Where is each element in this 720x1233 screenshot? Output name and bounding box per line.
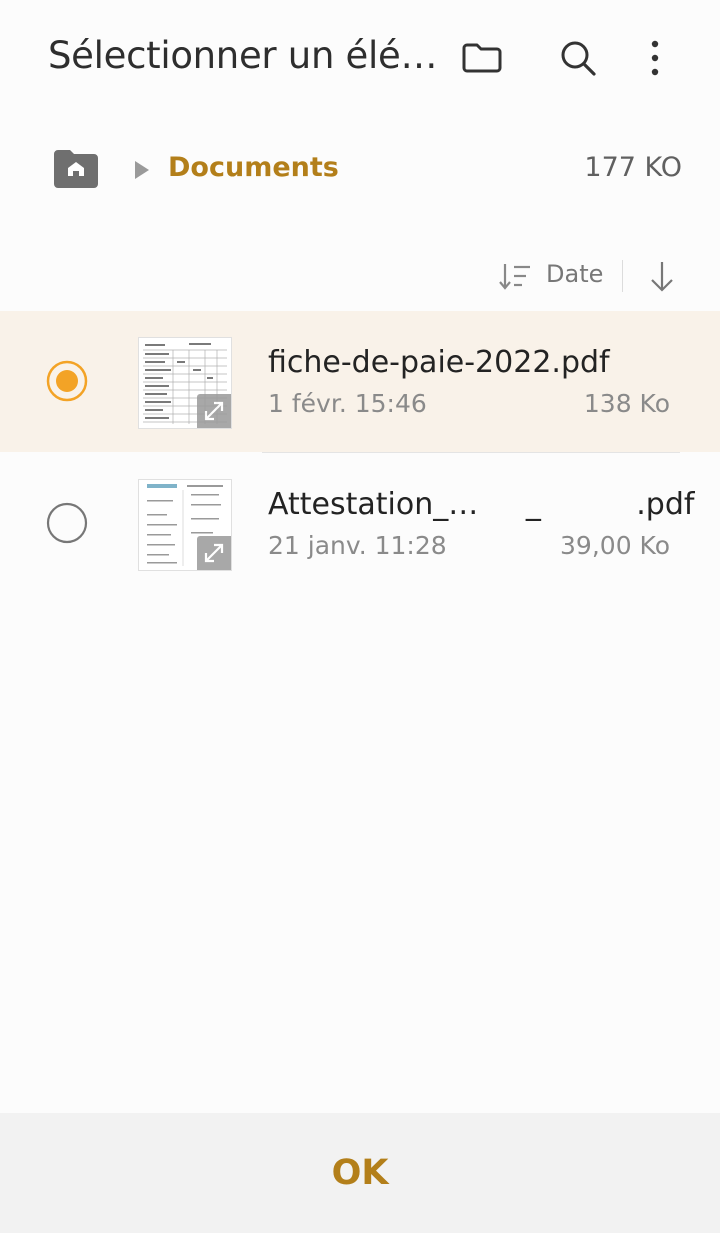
- breadcrumb-current-folder[interactable]: Documents: [168, 152, 339, 183]
- sort-by-button[interactable]: Date: [494, 256, 606, 296]
- file-row[interactable]: Attestation_… _ .pdf 21 janv. 11:28 39,0…: [0, 453, 720, 594]
- expand-icon[interactable]: [197, 536, 231, 570]
- ok-button[interactable]: OK: [260, 1143, 460, 1203]
- breadcrumb-chevron-icon: [132, 158, 152, 182]
- file-thumbnail[interactable]: [138, 337, 232, 429]
- expand-icon[interactable]: [197, 394, 231, 428]
- folder-icon[interactable]: [458, 34, 506, 82]
- page-title: Sélectionner un élé…: [48, 34, 438, 77]
- app-bar: Sélectionner un élé…: [0, 0, 720, 120]
- file-size: 138 Ko: [583, 389, 670, 418]
- file-name: fiche-de-paie-2022.pdf: [268, 345, 610, 380]
- home-icon[interactable]: [52, 148, 100, 190]
- bottom-action-bar: OK: [0, 1113, 720, 1233]
- sort-divider: [622, 260, 623, 292]
- file-size: 39,00 Ko: [560, 531, 670, 560]
- radio-unselected[interactable]: [46, 502, 88, 544]
- file-name: Attestation_… _ .pdf: [268, 487, 695, 522]
- file-date: 21 janv. 11:28: [268, 531, 447, 560]
- more-vert-icon[interactable]: [631, 34, 679, 82]
- breadcrumb: Documents 177 KO: [0, 130, 720, 210]
- sort-lines-icon: [498, 260, 532, 292]
- arrow-down-icon[interactable]: [644, 256, 680, 296]
- sort-label: Date: [546, 260, 604, 288]
- folder-total-size: 177 KO: [584, 152, 682, 183]
- file-thumbnail[interactable]: [138, 479, 232, 571]
- file-row[interactable]: fiche-de-paie-2022.pdf 1 févr. 15:46 138…: [0, 311, 720, 452]
- sort-bar: Date: [0, 248, 720, 304]
- file-date: 1 févr. 15:46: [268, 389, 427, 418]
- radio-selected[interactable]: [46, 360, 88, 402]
- search-icon[interactable]: [554, 34, 602, 82]
